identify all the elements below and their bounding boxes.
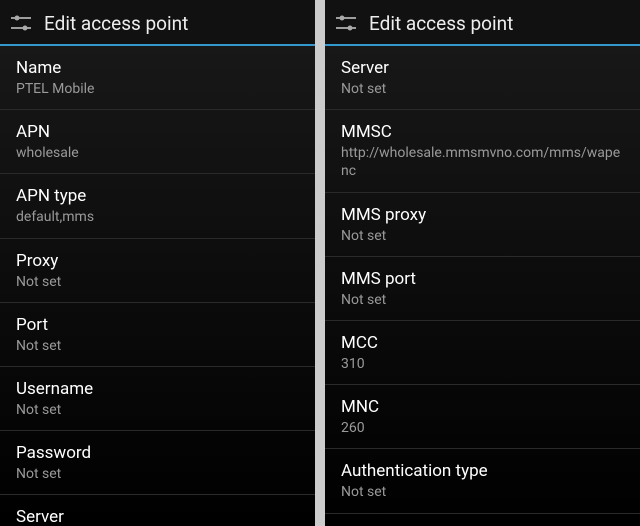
setting-label: MCC [341, 333, 624, 353]
setting-label: Name [16, 58, 299, 78]
setting-value: http://wholesale.mmsmvno.com/mms/wapenc [341, 144, 624, 180]
setting-label: APN [16, 122, 299, 142]
setting-label: APN type [16, 186, 299, 206]
setting-value: Not set [16, 337, 299, 355]
setting-name[interactable]: Name PTEL Mobile [0, 46, 315, 110]
setting-mms-proxy[interactable]: MMS proxy Not set [325, 193, 640, 257]
setting-proxy[interactable]: Proxy Not set [0, 239, 315, 303]
setting-label: MMSC [341, 122, 624, 142]
setting-label: MNC [341, 397, 624, 417]
setting-label: Server [341, 58, 624, 78]
setting-mcc[interactable]: MCC 310 [325, 321, 640, 385]
settings-list[interactable]: Server Not set MMSC http://wholesale.mms… [325, 46, 640, 526]
setting-apn[interactable]: APN wholesale [0, 110, 315, 174]
setting-value: Not set [341, 483, 624, 501]
phone-left: Edit access point Name PTEL Mobile APN w… [0, 0, 315, 526]
setting-label: Username [16, 379, 299, 399]
setting-mms-port[interactable]: MMS port Not set [325, 257, 640, 321]
setting-mnc[interactable]: MNC 260 [325, 385, 640, 449]
setting-server[interactable]: Server Not set [325, 46, 640, 110]
setting-label: Server [16, 507, 299, 526]
setting-value: Not set [341, 227, 624, 245]
setting-value: default,mms [16, 208, 299, 226]
setting-label: MMS port [341, 269, 624, 289]
setting-value: wholesale [16, 144, 299, 162]
setting-password[interactable]: Password Not set [0, 431, 315, 495]
setting-value: Not set [16, 465, 299, 483]
setting-value: Not set [341, 80, 624, 98]
setting-username[interactable]: Username Not set [0, 367, 315, 431]
setting-value: PTEL Mobile [16, 80, 299, 98]
setting-label: Password [16, 443, 299, 463]
header: Edit access point [0, 0, 315, 46]
settings-sliders-icon [8, 10, 34, 36]
setting-server[interactable]: Server [0, 495, 315, 526]
page-title: Edit access point [369, 12, 513, 35]
setting-label: Authentication type [341, 461, 624, 481]
settings-list[interactable]: Name PTEL Mobile APN wholesale APN type … [0, 46, 315, 526]
phone-right: Edit access point Server Not set MMSC ht… [325, 0, 640, 526]
setting-mmsc[interactable]: MMSC http://wholesale.mmsmvno.com/mms/wa… [325, 110, 640, 192]
setting-value: 260 [341, 419, 624, 437]
setting-value: 310 [341, 355, 624, 373]
setting-label: Proxy [16, 251, 299, 271]
setting-label: Port [16, 315, 299, 335]
setting-auth-type[interactable]: Authentication type Not set [325, 449, 640, 513]
setting-value: Not set [16, 273, 299, 291]
settings-sliders-icon [333, 10, 359, 36]
setting-value: Not set [16, 401, 299, 419]
setting-apn-type[interactable]: APN type default,mms [0, 174, 315, 238]
setting-label: MMS proxy [341, 205, 624, 225]
setting-port[interactable]: Port Not set [0, 303, 315, 367]
setting-apn-protocol[interactable]: APN protocol [325, 514, 640, 526]
page-title: Edit access point [44, 12, 188, 35]
setting-value: Not set [341, 291, 624, 309]
header: Edit access point [325, 0, 640, 46]
